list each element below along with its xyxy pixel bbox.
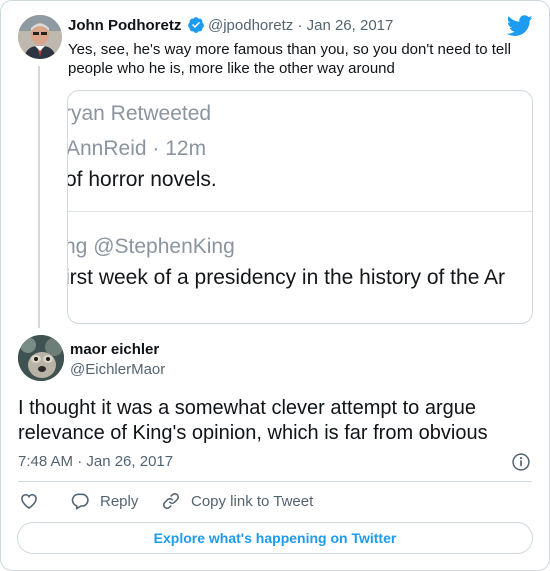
quoted-text-line: irst week of a presidency in the history… — [67, 266, 506, 289]
avatar[interactable] — [18, 335, 64, 381]
thread-connector-line — [38, 66, 40, 328]
copy-link-button[interactable]: Copy link to Tweet — [161, 491, 313, 511]
quoted-author-handle: ng @StephenKing — [67, 235, 235, 258]
avatar[interactable] — [18, 15, 62, 59]
tweet-text: I thought it was a somewhat clever attem… — [18, 397, 488, 444]
author-name[interactable]: John Podhoretz — [68, 17, 181, 34]
twitter-bird-icon[interactable] — [507, 15, 533, 37]
speech-bubble-icon — [71, 493, 89, 510]
reply-label: Reply — [100, 492, 139, 510]
link-icon — [163, 493, 179, 509]
quoted-screenshot-image[interactable]: ryan Retweeted AnnReid · 12m of horror n… — [67, 90, 533, 324]
author-handle[interactable]: @EichlerMaor — [70, 361, 165, 378]
quoted-divider — [68, 211, 532, 212]
quoted-text-line: of horror novels. — [67, 168, 217, 191]
tweet-text: Yes, see, he's way more famous than you,… — [68, 41, 511, 77]
verified-badge-icon — [188, 17, 204, 33]
info-icon[interactable] — [511, 452, 531, 472]
quoted-retweet-label: ryan Retweeted — [67, 102, 212, 125]
reply-button[interactable]: Reply — [70, 491, 138, 511]
tweet-timestamp[interactable]: 7:48 AM · Jan 26, 2017 — [18, 453, 173, 470]
like-button[interactable] — [19, 491, 39, 516]
heart-icon — [21, 493, 37, 510]
copy-link-label: Copy link to Tweet — [191, 492, 314, 510]
author-handle-date[interactable]: @jpodhoretz · Jan 26, 2017 — [208, 17, 393, 34]
divider — [18, 481, 532, 482]
quoted-author-time: AnnReid · 12m — [67, 137, 207, 160]
author-name[interactable]: maor eichler — [70, 341, 159, 358]
explore-twitter-button[interactable]: Explore what's happening on Twitter — [17, 522, 533, 554]
